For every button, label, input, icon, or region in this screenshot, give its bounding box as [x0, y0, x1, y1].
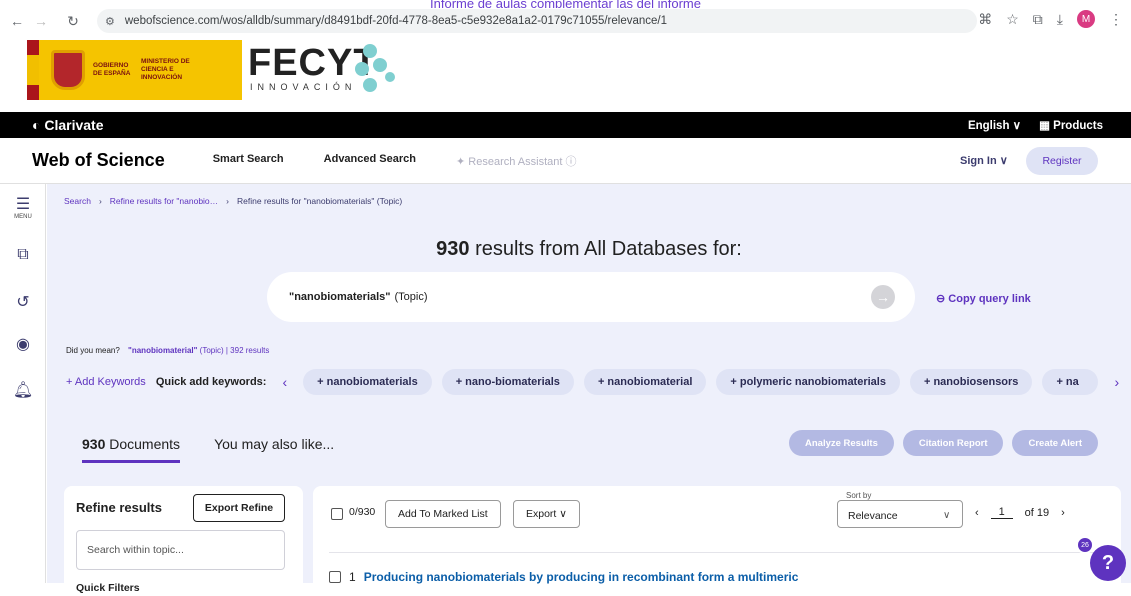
- search-go-icon[interactable]: →: [871, 285, 895, 309]
- history-icon[interactable]: ↺: [0, 292, 46, 312]
- fecyt-banner: GOBIERNO DE ESPAÑA MINISTERIO DE CIENCIA…: [0, 36, 1131, 116]
- main-content: Search › Refine results for "nanobio… › Re…: [47, 184, 1131, 596]
- add-to-marked-list-button[interactable]: Add To Marked List: [385, 500, 501, 528]
- chevron-left-icon[interactable]: ‹: [282, 374, 287, 390]
- download-icon[interactable]: ⤓: [1057, 11, 1063, 28]
- account-icon[interactable]: ◉: [0, 334, 46, 354]
- divider: [329, 552, 1109, 553]
- menu-icon: ☰: [15, 196, 31, 213]
- query-text: "nanobiomaterials": [289, 291, 391, 303]
- breadcrumb: Search › Refine results for "nanobio… › Re…: [64, 196, 403, 206]
- keywords-row: + Add Keywords Quick add keywords: ‹ + n…: [66, 368, 1125, 396]
- chip-nanobiomaterials[interactable]: + nanobiomaterials: [303, 369, 432, 395]
- reload-icon[interactable]: ↻: [62, 10, 84, 32]
- tab-documents[interactable]: 930 Documents: [82, 436, 181, 463]
- gov-text: GOBIERNO DE ESPAÑA: [93, 62, 131, 77]
- chip-nanobiomaterial[interactable]: + nanobiomaterial: [583, 369, 707, 395]
- bookmark-star-icon[interactable]: ☆: [1006, 11, 1019, 28]
- analyze-results-button[interactable]: Analyze Results: [789, 430, 894, 456]
- chevron-right-icon[interactable]: ›: [1114, 374, 1119, 390]
- quick-filters-heading: Quick Filters: [76, 582, 140, 594]
- results-heading: 930 results from All Databases for:: [436, 238, 742, 260]
- register-button[interactable]: Register: [1026, 147, 1098, 175]
- selected-count: 0/930: [349, 506, 376, 518]
- sort-label: Sort by: [843, 491, 875, 500]
- did-you-mean: Did you mean? "nanobiomaterial" (Topic) …: [66, 346, 270, 355]
- breadcrumb-current: Refine results for "nanobiomaterials" (T…: [237, 196, 403, 206]
- sign-in-menu[interactable]: Sign In ∨: [960, 154, 1008, 167]
- language-select[interactable]: English ∨: [968, 118, 1021, 132]
- top-banner: Informe de aulas complementar las del in…: [430, 0, 701, 8]
- add-keywords-button[interactable]: + Add Keywords: [66, 376, 146, 388]
- marked-list-icon[interactable]: ⧉: [0, 246, 46, 264]
- forward-icon[interactable]: →: [30, 10, 52, 32]
- result-tabs: 930 Documents You may also like...: [82, 436, 334, 463]
- tab-also-like[interactable]: You may also like...: [214, 436, 334, 463]
- results-panel: 0/930 Add To Marked List Export ∨ Releva…: [313, 486, 1121, 596]
- result-checkbox[interactable]: [329, 571, 341, 583]
- select-all-checkbox[interactable]: [331, 508, 343, 520]
- nav-smart-search[interactable]: Smart Search: [213, 153, 284, 169]
- back-icon[interactable]: ←: [6, 10, 28, 32]
- pagination: ‹ 1 of 19 ›: [975, 506, 1065, 519]
- help-button[interactable]: ?: [1090, 545, 1126, 581]
- coat-of-arms-icon: [51, 50, 85, 90]
- browser-toolbar: Informe de aulas complementar las del in…: [0, 0, 1131, 36]
- result-actions: Analyze Results Citation Report Create A…: [789, 430, 1098, 456]
- nav-advanced-search[interactable]: Advanced Search: [324, 153, 416, 169]
- nav-research-assistant[interactable]: ✦ Research Assistant ⓘ: [456, 153, 577, 169]
- menu-button[interactable]: ☰ MENU: [0, 194, 46, 220]
- chip-polymeric-nanobiomaterials[interactable]: + polymeric nanobiomaterials: [716, 369, 900, 395]
- breadcrumb-refine-1[interactable]: Refine results for "nanobio…: [110, 196, 218, 206]
- citation-report-button[interactable]: Citation Report: [902, 430, 1004, 456]
- fecyt-subtitle: INNOVACIÓN: [250, 82, 357, 92]
- result-index: 1: [349, 570, 356, 584]
- url-text: webofscience.com/wos/alldb/summary/d8491…: [124, 15, 668, 27]
- create-alert-button[interactable]: Create Alert: [1012, 430, 1098, 456]
- fecyt-dots-icon: [355, 44, 405, 94]
- refine-title: Refine results: [76, 500, 162, 515]
- chip-partial[interactable]: + na: [1042, 369, 1099, 395]
- query-field: (Topic): [394, 291, 428, 303]
- refine-panel: Refine results Export Refine Search with…: [64, 486, 303, 596]
- alerts-bell-icon[interactable]: 🔔︎: [0, 380, 46, 400]
- clarivate-logo[interactable]: ◐ Clarivate: [32, 117, 104, 133]
- url-bar[interactable]: ⚙ webofscience.com/wos/alldb/summary/d84…: [97, 9, 977, 33]
- wos-logo[interactable]: Web of Science: [32, 150, 165, 171]
- help-badge: 26: [1076, 536, 1094, 554]
- profile-avatar[interactable]: M: [1077, 10, 1095, 28]
- chip-nanobiosensors[interactable]: + nanobiosensors: [909, 369, 1033, 395]
- translate-icon[interactable]: ⌘: [978, 11, 992, 28]
- eu-flag-icon: [27, 40, 39, 100]
- chevron-down-icon: ∨: [943, 510, 951, 521]
- copy-query-link[interactable]: ⊖ Copy query link: [936, 292, 1031, 305]
- result-title-link[interactable]: Producing nanobiomaterials by producing …: [364, 570, 799, 584]
- query-box[interactable]: "nanobiomaterials" (Topic) →: [267, 272, 915, 322]
- quick-add-label: Quick add keywords:: [155, 376, 267, 388]
- extensions-icon[interactable]: ⧉: [1033, 11, 1043, 28]
- browser-actions: ⌘ ☆ ⧉ ⤓ M ⋮: [978, 10, 1123, 28]
- gobierno-logo: GOBIERNO DE ESPAÑA MINISTERIO DE CIENCIA…: [27, 40, 242, 100]
- export-refine-button[interactable]: Export Refine: [193, 494, 285, 522]
- result-item: 1 Producing nanobiomaterials by producin…: [329, 570, 1109, 584]
- site-info-icon[interactable]: ⚙: [105, 15, 115, 28]
- ministry-text: MINISTERIO DE CIENCIA E INNOVACIÓN: [141, 58, 190, 81]
- export-button[interactable]: Export ∨: [513, 500, 580, 528]
- prev-page-icon[interactable]: ‹: [975, 507, 979, 519]
- products-menu[interactable]: ▦ Products: [1039, 118, 1103, 132]
- page-input[interactable]: 1: [990, 506, 1013, 519]
- next-page-icon[interactable]: ›: [1061, 507, 1065, 519]
- wos-header: Web of Science Smart Search Advanced Sea…: [0, 138, 1131, 184]
- left-rail: ☰ MENU ⧉ ↺ ◉ 🔔︎: [0, 184, 46, 583]
- kebab-menu-icon[interactable]: ⋮: [1109, 11, 1123, 28]
- breadcrumb-search[interactable]: Search: [64, 196, 91, 206]
- search-within-input[interactable]: Search within topic...: [76, 530, 285, 570]
- page-total: of 19: [1024, 506, 1050, 519]
- suggestion-link[interactable]: "nanobiomaterial": [128, 346, 197, 355]
- clarivate-bar: ◐ Clarivate English ∨ ▦ Products: [0, 112, 1131, 138]
- chip-nano-biomaterials[interactable]: + nano-biomaterials: [441, 369, 574, 395]
